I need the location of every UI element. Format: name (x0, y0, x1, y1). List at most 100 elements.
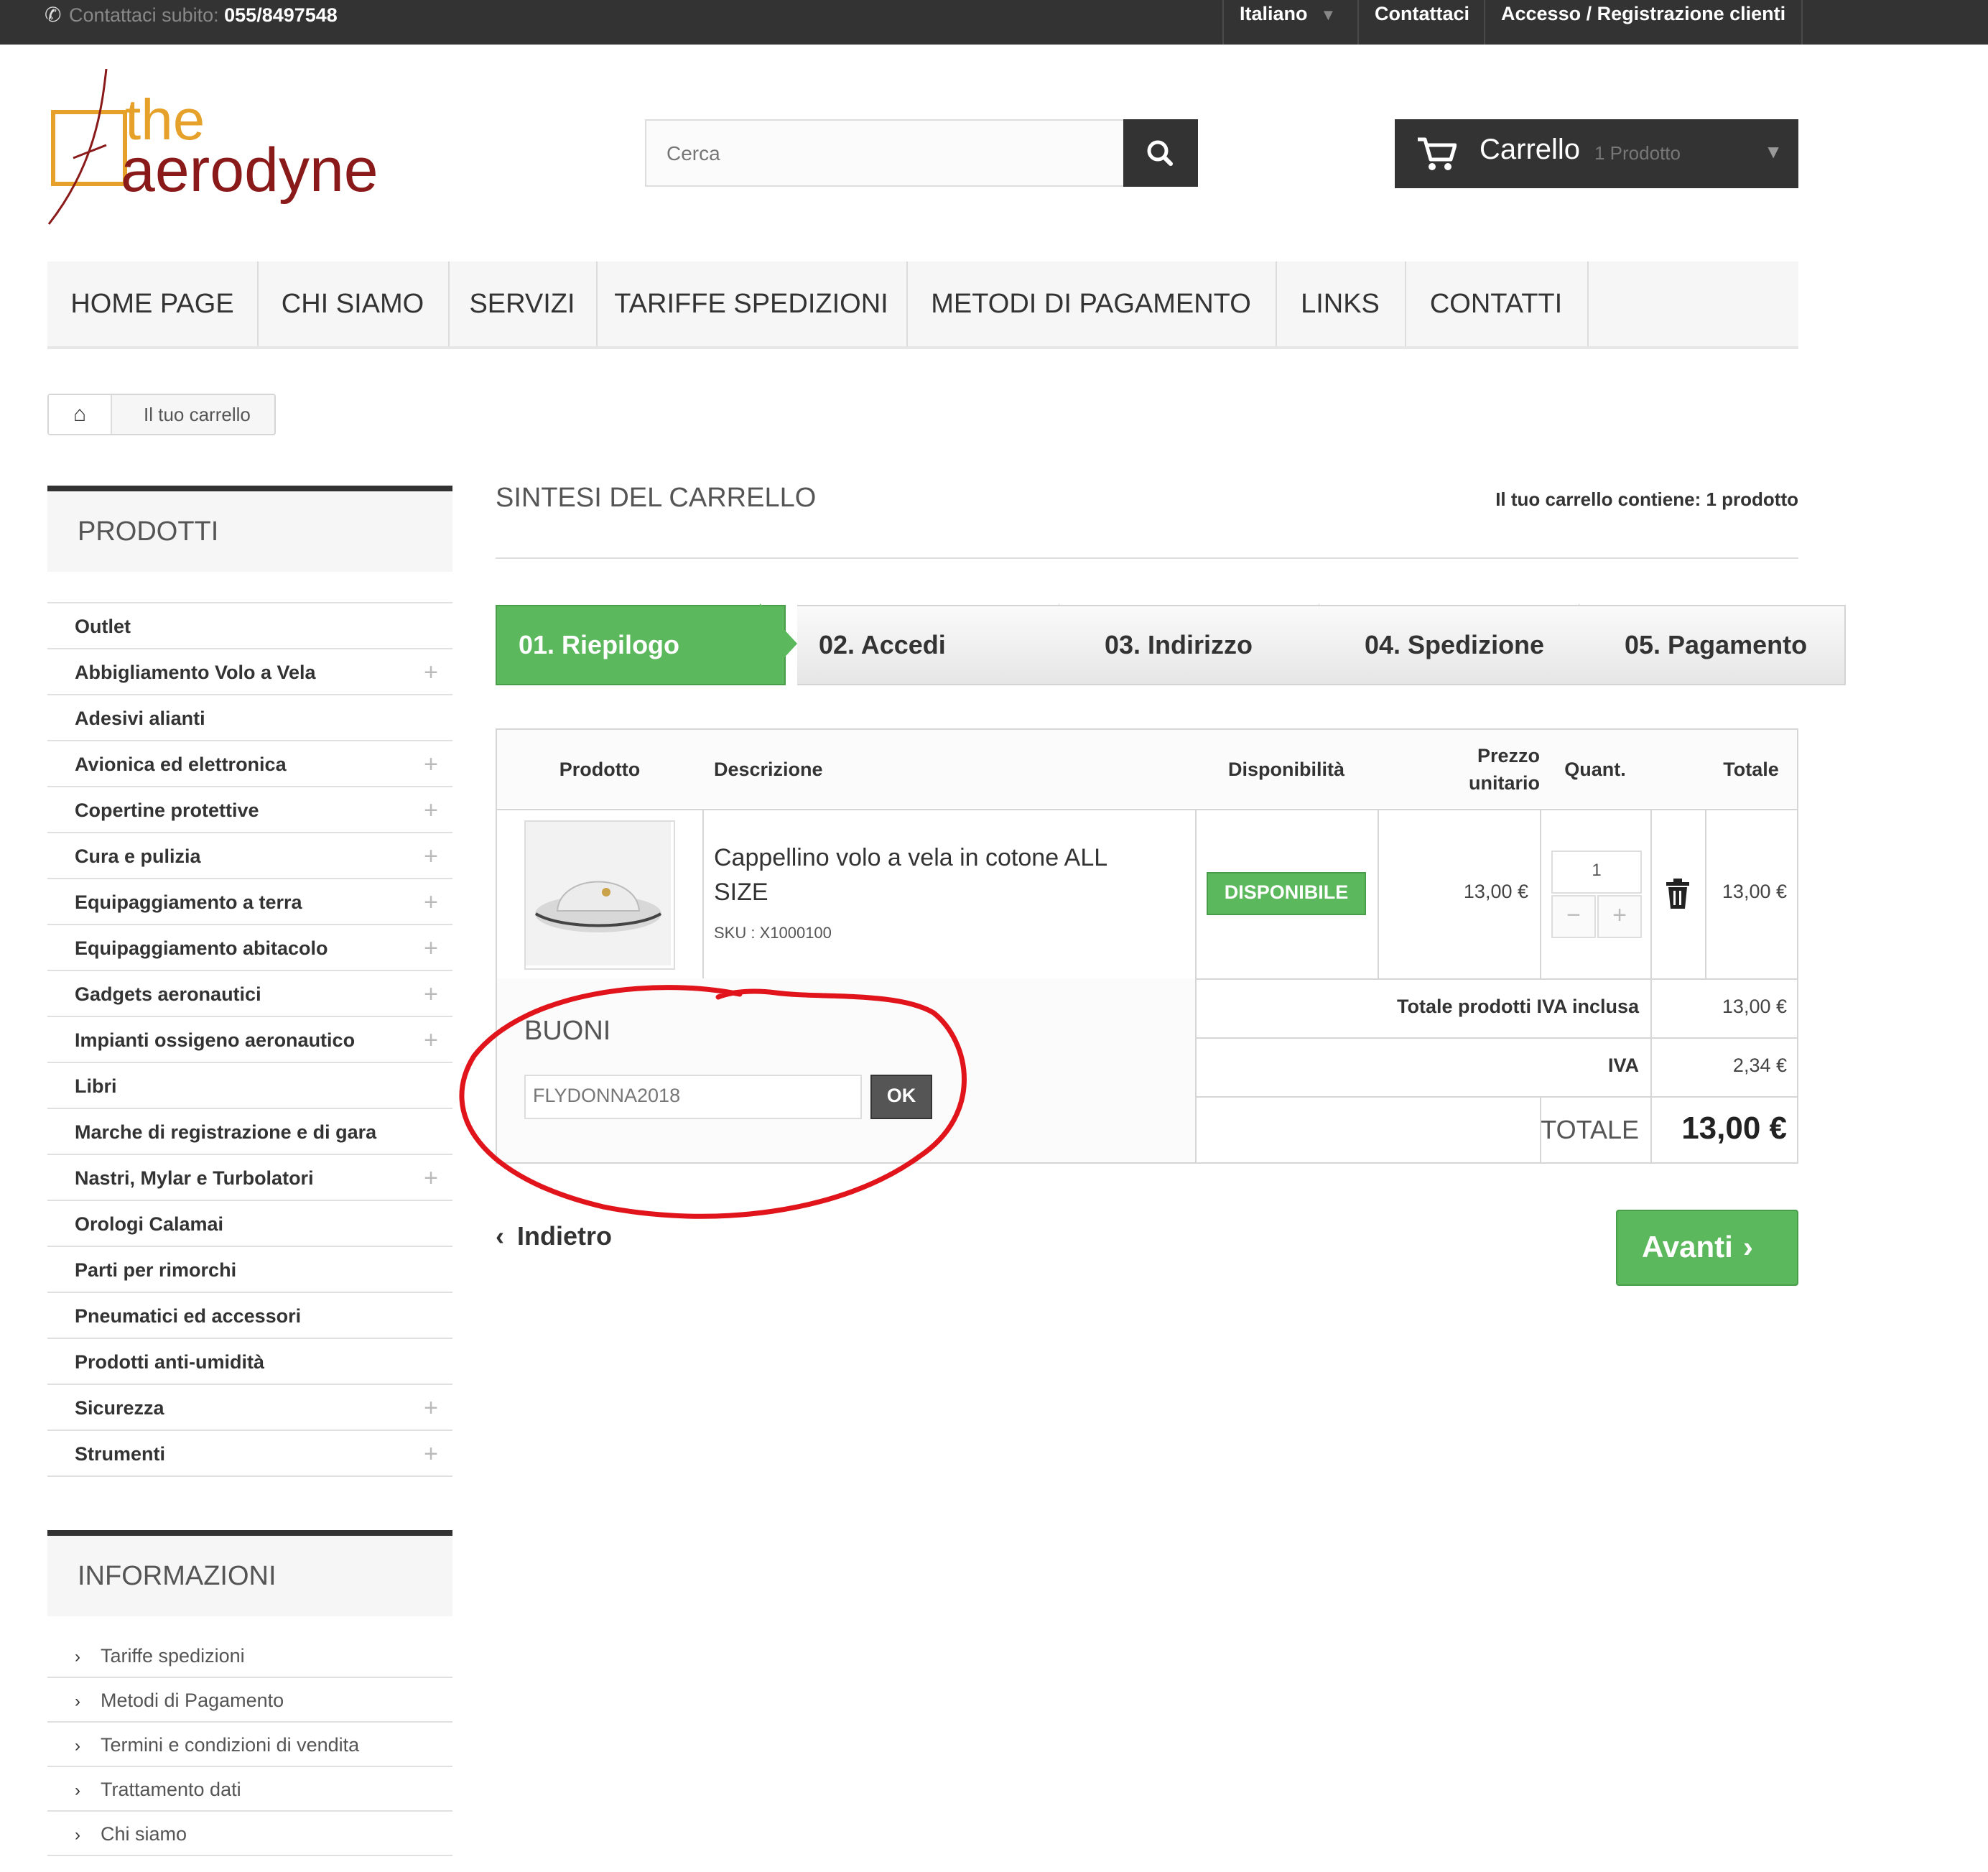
category-item[interactable]: Libri (47, 1063, 452, 1109)
plus-icon[interactable]: + (424, 971, 438, 1017)
product-name[interactable]: Cappellino volo a vela in cotone ALL SIZ… (714, 840, 1107, 909)
category-label: Parti per rimorchi (75, 1259, 237, 1281)
plus-icon[interactable]: + (424, 1155, 438, 1201)
totals-products-label-cell: Totale prodotti IVA inclusa (1195, 978, 1652, 1039)
products-title: PRODOTTI (47, 486, 452, 572)
category-item[interactable]: Impianti ossigeno aeronautico + (47, 1017, 452, 1063)
category-item[interactable]: Prodotti anti-umidità (47, 1339, 452, 1385)
step-payment[interactable]: 05. Pagamento (1579, 605, 1846, 685)
search-button[interactable] (1123, 119, 1198, 187)
vat-label: IVA (1607, 1055, 1639, 1076)
contact-phone: ✆ Contattaci subito: 055/8497548 (45, 0, 338, 30)
qty-minus-button[interactable]: − (1551, 895, 1596, 938)
trash-icon[interactable] (1663, 878, 1692, 909)
step-label: 02. Accedi (819, 630, 946, 659)
plus-icon[interactable]: + (424, 1017, 438, 1063)
total-value: 13,00 € (1681, 1111, 1787, 1146)
next-label: Avanti (1642, 1230, 1733, 1264)
plus-icon[interactable]: + (424, 1385, 438, 1431)
chevron-right-icon: › (75, 1692, 80, 1711)
home-icon[interactable]: ⌂ (49, 395, 112, 434)
nav-home[interactable]: HOME PAGE (47, 261, 259, 346)
col-header-availability: Disponibilità (1195, 730, 1379, 810)
info-link[interactable]: › Termini e condizioni di vendita (47, 1723, 452, 1767)
back-link[interactable]: ‹ Indietro (496, 1221, 612, 1251)
category-item[interactable]: Marche di registrazione e di gara (47, 1109, 452, 1155)
category-item[interactable]: Sicurezza + (47, 1385, 452, 1431)
col-header-product: Prodotto (497, 730, 704, 810)
info-link[interactable]: › Metodi di Pagamento (47, 1678, 452, 1723)
contact-link[interactable]: Contattaci (1357, 0, 1485, 45)
col-header-total: Totale (1705, 730, 1797, 810)
plus-icon[interactable]: + (424, 741, 438, 787)
step-login[interactable]: 02. Accedi (797, 605, 1083, 685)
divider (496, 557, 1798, 559)
plus-icon[interactable]: + (424, 833, 438, 879)
cart-icon (1418, 137, 1457, 170)
search-box (645, 119, 1198, 187)
nav-chi-siamo[interactable]: CHI SIAMO (257, 261, 450, 346)
nav-metodi-pagamento[interactable]: METODI DI PAGAMENTO (906, 261, 1277, 346)
category-item[interactable]: Adesivi alianti (47, 695, 452, 741)
page-title: SINTESI DEL CARRELLO (496, 483, 817, 513)
top-bar: ✆ Contattaci subito: 055/8497548 Italiano… (0, 0, 1988, 45)
delete-cell (1650, 809, 1706, 980)
next-button[interactable]: Avanti › (1616, 1210, 1798, 1286)
logo-text-aerodyne: aerodyne (121, 136, 378, 205)
unit-price-cell: 13,00 € (1378, 809, 1541, 980)
category-label: Nastri, Mylar e Turbolatori (75, 1167, 314, 1189)
nav-links[interactable]: LINKS (1276, 261, 1406, 346)
category-item[interactable]: Avionica ed elettronica + (47, 741, 452, 787)
category-item[interactable]: Strumenti + (47, 1431, 452, 1477)
product-description-cell: Cappellino volo a vela in cotone ALL SIZ… (702, 809, 1197, 980)
plus-icon[interactable]: + (424, 649, 438, 695)
checkout-steps: 01. Riepilogo 02. Accedi 03. Indirizzo 0… (496, 603, 1846, 685)
category-item[interactable]: Pneumatici ed accessori (47, 1293, 452, 1339)
category-item[interactable]: Equipaggiamento abitacolo + (47, 925, 452, 971)
nav-contatti[interactable]: CONTATTI (1405, 261, 1589, 346)
phone-label: Contattaci subito: (69, 4, 219, 26)
logo[interactable]: the aerodyne (45, 65, 389, 230)
plus-icon[interactable]: + (424, 925, 438, 971)
language-selector[interactable]: Italiano ▼ (1222, 0, 1352, 45)
product-image[interactable] (524, 820, 675, 970)
category-item[interactable]: Copertine protettive + (47, 787, 452, 833)
step-label: 05. Pagamento (1625, 630, 1808, 659)
category-item[interactable]: Outlet (47, 603, 452, 649)
qty-input[interactable]: 1 (1551, 851, 1642, 894)
plus-icon[interactable]: + (424, 1431, 438, 1477)
category-item[interactable]: Abbigliamento Volo a Vela + (47, 649, 452, 695)
qty-plus-button[interactable]: + (1597, 895, 1642, 938)
search-input[interactable] (646, 121, 1142, 187)
category-label: Libri (75, 1075, 117, 1097)
nav-servizi[interactable]: SERVIZI (448, 261, 598, 346)
line-total: 13,00 € (1722, 881, 1787, 902)
total-label: TOTALE (1541, 1115, 1639, 1144)
category-item[interactable]: Parti per rimorchi (47, 1247, 452, 1293)
info-link[interactable]: › Tariffe spedizioni (47, 1634, 452, 1678)
category-item[interactable]: Cura e pulizia + (47, 833, 452, 879)
category-item[interactable]: Orologi Calamai (47, 1201, 452, 1247)
category-item[interactable]: Nastri, Mylar e Turbolatori + (47, 1155, 452, 1201)
cart-dropdown[interactable]: Carrello 1 Prodotto ▼ (1395, 119, 1798, 188)
info-link[interactable]: › Chi siamo (47, 1812, 452, 1856)
category-item[interactable]: Gadgets aeronautici + (47, 971, 452, 1017)
login-link[interactable]: Accesso / Registrazione clienti (1484, 0, 1803, 45)
chevron-right-icon: › (75, 1736, 80, 1756)
category-item[interactable]: Equipaggiamento a terra + (47, 879, 452, 925)
nav-tariffe-spedizioni[interactable]: TARIFFE SPEDIZIONI (596, 261, 908, 346)
info-link[interactable]: › Trattamento dati (47, 1767, 452, 1812)
unit-price-line1: Prezzo (1477, 745, 1540, 766)
category-label: Copertine protettive (75, 800, 259, 821)
product-sku: SKU : X1000100 (714, 924, 832, 942)
category-label: Sicurezza (75, 1397, 164, 1419)
col-header-delete (1650, 730, 1706, 810)
cart-count: 1 Prodotto (1594, 142, 1681, 164)
step-label: 04. Spedizione (1365, 630, 1545, 659)
info-link-label: Trattamento dati (101, 1779, 241, 1800)
chevron-left-icon: ‹ (496, 1221, 504, 1251)
category-label: Cura e pulizia (75, 845, 201, 867)
totals-products-value: 13,00 € (1722, 996, 1787, 1017)
plus-icon[interactable]: + (424, 787, 438, 833)
plus-icon[interactable]: + (424, 879, 438, 925)
